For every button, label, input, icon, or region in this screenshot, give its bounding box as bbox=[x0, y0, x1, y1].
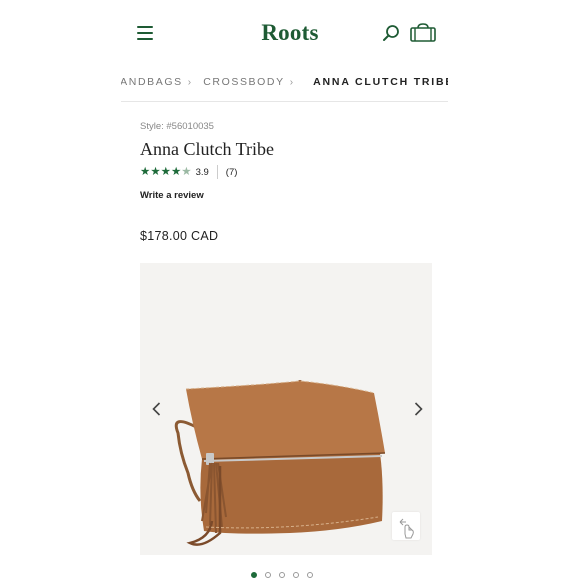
star-icon: ★ bbox=[160, 166, 171, 178]
chevron-right-icon[interactable] bbox=[410, 401, 426, 417]
chevron-left-icon[interactable] bbox=[149, 401, 165, 417]
breadcrumb-trail: HANDBAGS › CROSSBODY › ANNA CLUTCH TRIBE bbox=[121, 76, 448, 88]
breadcrumb-current: ANNA CLUTCH TRIBE bbox=[313, 76, 448, 88]
carousel-dot-3[interactable] bbox=[279, 572, 285, 578]
star-icon: ★ bbox=[170, 166, 182, 178]
product-price: $178.00 CAD bbox=[140, 229, 219, 243]
carousel-dot-4[interactable] bbox=[293, 572, 299, 578]
breadcrumb-separator: › bbox=[187, 77, 193, 88]
rating-divider bbox=[216, 165, 218, 179]
product-title: Anna Clutch Tribe bbox=[140, 139, 275, 159]
breadcrumb-item-handbags[interactable]: HANDBAGS bbox=[121, 76, 183, 88]
star-icon: ★ bbox=[150, 166, 161, 178]
breadcrumb-item-crossbody[interactable]: CROSSBODY bbox=[203, 76, 285, 88]
rating-stars: ★★★★★ bbox=[140, 165, 192, 179]
product-rating[interactable]: ★★★★★ 3.9 (7) bbox=[140, 165, 237, 179]
carousel-dot-5[interactable] bbox=[307, 572, 313, 578]
top-bar: Roots bbox=[0, 0, 580, 62]
tap-zoom-icon[interactable] bbox=[392, 512, 420, 540]
shopping-bag-icon[interactable] bbox=[409, 23, 437, 43]
star-icon: ★ bbox=[140, 166, 151, 178]
style-number: Style: #56010035 bbox=[140, 121, 214, 132]
search-icon[interactable] bbox=[382, 24, 400, 42]
breadcrumb-separator: › bbox=[289, 77, 295, 88]
product-image-carousel[interactable] bbox=[140, 263, 432, 555]
review-count-link[interactable]: (7) bbox=[226, 167, 238, 178]
carousel-dot-1[interactable] bbox=[251, 572, 257, 578]
star-icon: ★ bbox=[181, 166, 192, 178]
write-review-link[interactable]: Write a review bbox=[140, 190, 204, 201]
rating-value: 3.9 bbox=[195, 166, 209, 178]
carousel-dot-2[interactable] bbox=[265, 572, 271, 578]
carousel-pagination bbox=[251, 572, 321, 578]
brand-logo[interactable]: Roots bbox=[0, 20, 580, 46]
breadcrumb: HANDBAGS › CROSSBODY › ANNA CLUTCH TRIBE bbox=[121, 70, 448, 102]
product-image bbox=[174, 380, 386, 546]
